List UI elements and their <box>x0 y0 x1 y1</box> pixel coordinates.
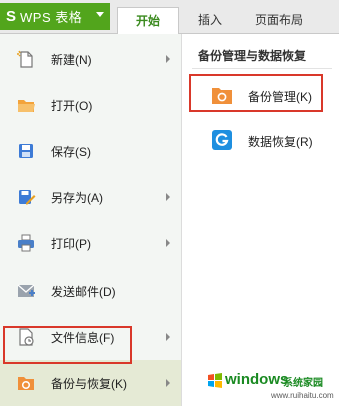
app-name: WPS 表格 <box>20 10 83 25</box>
tab-insert[interactable]: 插入 <box>186 7 234 33</box>
submenu-arrow-icon <box>166 379 170 387</box>
watermark: windows 系统家园 www.ruihaitu.com <box>205 370 337 404</box>
watermark-suffix: 系统家园 <box>283 378 323 389</box>
submenu-title: 备份管理与数据恢复 <box>198 49 307 63</box>
menu-item-send-mail[interactable]: 发送邮件(D) <box>0 268 181 314</box>
wps-app-menu-button[interactable]: S WPS 表格 <box>0 3 110 30</box>
submenu-arrow-icon <box>166 239 170 247</box>
menu-item-save[interactable]: 保存(S) <box>0 128 181 174</box>
highlight-box <box>189 74 323 112</box>
menu-item-backup-restore[interactable]: 备份与恢复(K) <box>0 360 181 406</box>
save-as-icon <box>19 190 36 205</box>
menu-item-label: 打印(P) <box>51 236 91 251</box>
dropdown-arrow-icon <box>96 12 104 17</box>
wps-logo-icon: S <box>6 8 17 25</box>
highlight-box <box>3 326 132 364</box>
tab-start[interactable]: 开始 <box>117 7 179 34</box>
menu-item-label: 另存为(A) <box>51 190 103 205</box>
submenu-item-data-recovery[interactable]: 数据恢复(R) <box>182 120 339 160</box>
open-folder-icon <box>18 100 35 112</box>
save-icon <box>19 144 33 158</box>
ribbon-tab-bar: S WPS 表格 开始 插入 页面布局 <box>0 0 339 34</box>
tab-page-layout[interactable]: 页面布局 <box>244 7 314 33</box>
submenu-arrow-icon <box>166 55 170 63</box>
submenu-arrow-icon <box>166 333 170 341</box>
submenu-item-label: 数据恢复(R) <box>248 135 313 149</box>
backup-icon <box>18 377 34 390</box>
new-file-icon <box>17 50 33 68</box>
mail-icon <box>17 284 35 297</box>
menu-item-open[interactable]: 打开(O) <box>0 82 181 128</box>
watermark-url: www.ruihaitu.com <box>271 391 334 400</box>
submenu-arrow-icon <box>166 193 170 201</box>
windows-logo-icon <box>208 373 222 388</box>
menu-item-label: 备份与恢复(K) <box>51 376 127 391</box>
watermark-brand: windows <box>225 371 289 388</box>
menu-item-label: 保存(S) <box>51 144 91 159</box>
menu-item-label: 新建(N) <box>51 52 92 67</box>
divider <box>192 68 332 69</box>
print-icon <box>18 234 34 252</box>
menu-item-label: 打开(O) <box>51 98 93 113</box>
menu-item-save-as[interactable]: 另存为(A) <box>0 174 181 220</box>
menu-item-label: 发送邮件(D) <box>51 284 116 299</box>
data-recovery-icon <box>212 130 232 150</box>
menu-item-print[interactable]: 打印(P) <box>0 220 181 266</box>
menu-item-new[interactable]: 新建(N) <box>0 36 181 82</box>
